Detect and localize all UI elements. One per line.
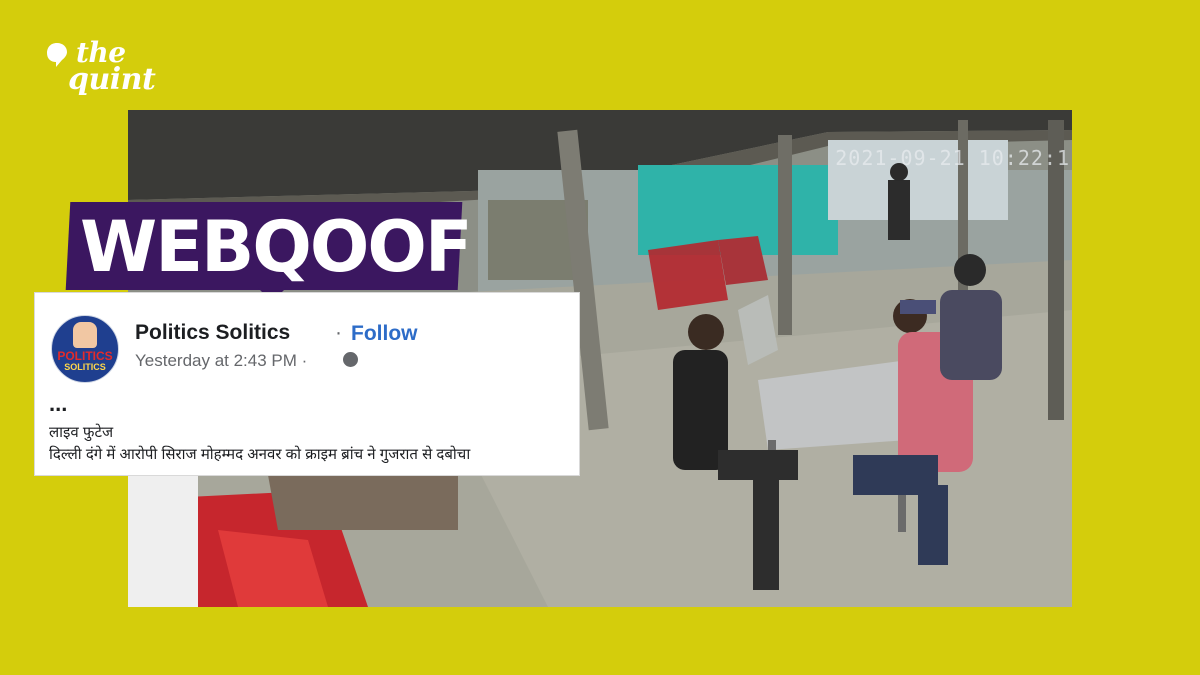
video-timestamp: 2021-09-21 10:22:1 <box>835 146 1070 170</box>
post-ellipsis: ... <box>49 391 68 416</box>
avatar-text-politics: POLITICS <box>57 349 113 363</box>
post-timestamp[interactable]: Yesterday at 2:43 PM · <box>135 351 307 371</box>
name-separator: · <box>335 321 342 344</box>
pointing-hand-icon <box>73 322 97 348</box>
post-text-line-1: लाइव फुटेज <box>49 424 114 441</box>
speech-bubble-icon <box>47 43 67 67</box>
webqoof-label: WEBQOOF <box>80 206 473 288</box>
facebook-post-card: POLITICS SOLITICS Politics Solitics · Fo… <box>34 292 580 476</box>
page-name-link[interactable]: Politics Solitics <box>135 321 290 345</box>
avatar-text-solitics: SOLITICS <box>64 362 106 372</box>
follow-button[interactable]: Follow <box>351 322 418 346</box>
logo-text-quint: quint <box>68 62 156 97</box>
globe-icon <box>343 352 358 367</box>
post-text-line-2: दिल्ली दंगे में आरोपी सिराज मोहम्मद अनवर… <box>49 446 471 463</box>
the-quint-logo: the quint <box>46 36 166 106</box>
page-avatar[interactable]: POLITICS SOLITICS <box>51 315 119 383</box>
